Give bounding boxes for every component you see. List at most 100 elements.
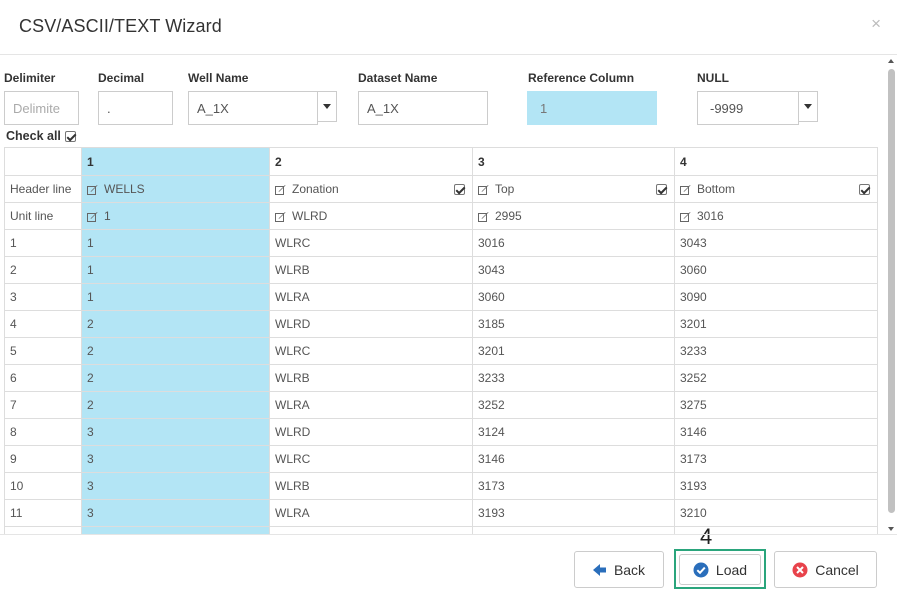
header-name: Bottom <box>697 182 736 196</box>
well-name-label: Well Name <box>188 71 249 85</box>
corner-cell <box>4 147 82 176</box>
back-button[interactable]: Back <box>574 551 664 588</box>
cancel-label: Cancel <box>815 561 859 578</box>
header-cell-1[interactable]: WELLS <box>81 175 270 203</box>
vertical-scrollbar[interactable] <box>886 57 897 533</box>
null-label: NULL <box>697 71 729 85</box>
table-cell: 3060 <box>674 256 878 284</box>
table-row: 11 3 WLRA 3193 3210 <box>4 499 878 527</box>
edit-icon[interactable] <box>680 184 691 195</box>
table-cell <box>269 526 473 534</box>
table-cell: 3201 <box>472 337 675 365</box>
table-cell: 2 <box>81 391 270 419</box>
reference-column-label: Reference Column <box>528 71 635 85</box>
table-row: 10 3 WLRB 3173 3193 <box>4 472 878 500</box>
edit-icon[interactable] <box>680 211 691 222</box>
row-index: 11 <box>4 499 82 527</box>
load-button[interactable]: Load <box>679 554 761 585</box>
column-header-1[interactable]: 1 <box>81 147 270 176</box>
unit-value: 1 <box>104 209 111 223</box>
unit-cell-3[interactable]: 2995 <box>472 202 675 230</box>
header-line-row: Header line WELLS Zonation Top Bottom <box>4 175 878 203</box>
column-checkbox-2[interactable] <box>454 183 465 195</box>
null-select[interactable]: -9999 <box>697 91 799 125</box>
scroll-up-icon[interactable] <box>888 59 894 63</box>
table-cell: WLRC <box>269 229 473 257</box>
table-cell: 3016 <box>472 229 675 257</box>
unit-cell-4[interactable]: 3016 <box>674 202 878 230</box>
row-index: 3 <box>4 283 82 311</box>
table-cell: 3193 <box>674 472 878 500</box>
column-checkbox-4[interactable] <box>859 183 870 195</box>
edit-icon[interactable] <box>87 211 98 222</box>
table-cell: 3146 <box>674 418 878 446</box>
table-cell: 3173 <box>472 472 675 500</box>
check-all-checkbox[interactable] <box>64 130 76 142</box>
header-cell-2[interactable]: Zonation <box>269 175 473 203</box>
dataset-name-input[interactable]: A_1X <box>358 91 488 125</box>
table-cell: 1 <box>81 283 270 311</box>
check-all[interactable]: Check all <box>6 129 76 143</box>
back-label: Back <box>613 561 646 578</box>
table-cell: WLRC <box>269 337 473 365</box>
arrow-left-icon <box>592 563 607 576</box>
scrollbar-thumb[interactable] <box>888 69 895 513</box>
edit-icon[interactable] <box>275 211 286 222</box>
table-cell: 3185 <box>472 310 675 338</box>
unit-line-row: Unit line 1 WLRD 2995 3016 <box>4 202 878 230</box>
table-cell: 3233 <box>472 364 675 392</box>
delimiter-input[interactable]: Delimite <box>4 91 79 125</box>
table-cell: 3124 <box>472 418 675 446</box>
scroll-down-icon[interactable] <box>888 527 894 531</box>
table-cell: 3275 <box>674 391 878 419</box>
table-cell: WLRC <box>269 445 473 473</box>
header-cell-4[interactable]: Bottom <box>674 175 878 203</box>
column-header-2[interactable]: 2 <box>269 147 473 176</box>
table-cell: 3 <box>81 472 270 500</box>
unit-value: 3016 <box>697 209 724 223</box>
row-index: 1 <box>4 229 82 257</box>
table-cell: WLRB <box>269 364 473 392</box>
column-header-4[interactable]: 4 <box>674 147 878 176</box>
table-cell: WLRA <box>269 391 473 419</box>
unit-value: 2995 <box>495 209 522 223</box>
null-dropdown-button[interactable] <box>798 91 818 122</box>
table-cell: 3233 <box>674 337 878 365</box>
table-cell <box>81 526 270 534</box>
well-name-select[interactable]: A_1X <box>188 91 318 125</box>
column-header-3[interactable]: 3 <box>472 147 675 176</box>
table-cell: 3146 <box>472 445 675 473</box>
unit-cell-1[interactable]: 1 <box>81 202 270 230</box>
table-row: 9 3 WLRC 3146 3173 <box>4 445 878 473</box>
edit-icon[interactable] <box>478 211 489 222</box>
header-line-label: Header line <box>4 175 82 203</box>
table-row: 5 2 WLRC 3201 3233 <box>4 337 878 365</box>
table-row: 1 1 WLRC 3016 3043 <box>4 229 878 257</box>
edit-icon[interactable] <box>275 184 286 195</box>
table-cell: WLRA <box>269 499 473 527</box>
table-row <box>4 526 878 534</box>
unit-value: WLRD <box>292 209 328 223</box>
decimal-input[interactable]: . <box>98 91 173 125</box>
row-index: 10 <box>4 472 82 500</box>
cancel-button[interactable]: Cancel <box>774 551 877 588</box>
table-cell: WLRA <box>269 283 473 311</box>
table-cell: 3090 <box>674 283 878 311</box>
table-cell: 3210 <box>674 499 878 527</box>
table-cell: WLRD <box>269 418 473 446</box>
table-cell: 2 <box>81 364 270 392</box>
well-name-dropdown-button[interactable] <box>317 91 337 122</box>
unit-cell-2[interactable]: WLRD <box>269 202 473 230</box>
reference-column-input[interactable]: 1 <box>527 91 657 125</box>
close-icon[interactable]: × <box>871 14 881 34</box>
edit-icon[interactable] <box>87 184 98 195</box>
dialog-body: Delimiter Delimite Decimal . Well Name A… <box>0 56 897 534</box>
table-cell: 3252 <box>674 364 878 392</box>
header-cell-3[interactable]: Top <box>472 175 675 203</box>
edit-icon[interactable] <box>478 184 489 195</box>
row-index: 2 <box>4 256 82 284</box>
x-circle-icon <box>792 562 808 578</box>
column-checkbox-3[interactable] <box>656 183 667 195</box>
row-index: 7 <box>4 391 82 419</box>
row-index: 8 <box>4 418 82 446</box>
